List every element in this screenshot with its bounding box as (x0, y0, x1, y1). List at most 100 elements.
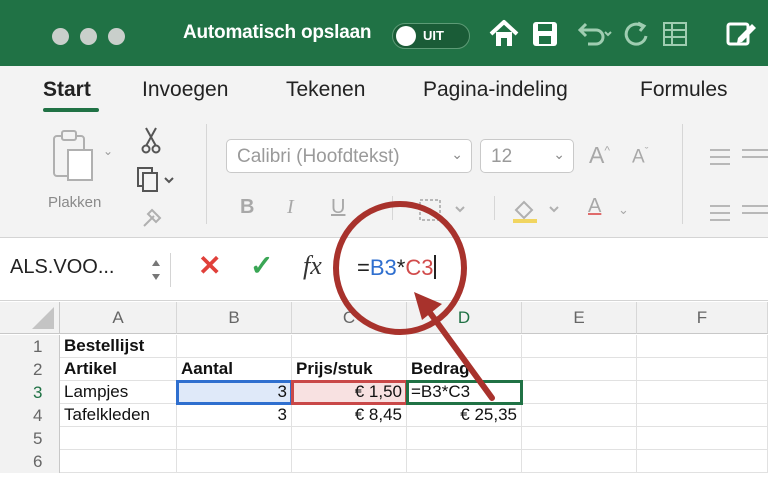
reference-range-c3 (291, 380, 408, 405)
row-header-5[interactable]: 5 (0, 427, 60, 450)
toggle-knob (396, 26, 416, 46)
ribbon-separator (206, 124, 207, 224)
cell-b6[interactable] (177, 450, 292, 473)
cell-b4[interactable]: 3 (177, 404, 292, 427)
cell-f1[interactable] (637, 335, 768, 358)
formula-input[interactable]: =B3*C3 (357, 255, 437, 281)
cell-a1[interactable]: Bestellijst (60, 335, 177, 358)
row-header-6[interactable]: 6 (0, 450, 60, 473)
cell-b1[interactable] (177, 335, 292, 358)
cell-e6[interactable] (522, 450, 637, 473)
chevron-down-icon: ⌄ (451, 146, 463, 162)
cut-icon[interactable] (140, 126, 162, 154)
italic-button[interactable]: I (287, 196, 294, 219)
cell-d5[interactable] (407, 427, 522, 450)
tab-formules[interactable]: Formules (640, 78, 728, 102)
ribbon-separator (494, 196, 495, 220)
autosave-toggle[interactable]: UIT (392, 23, 470, 49)
formula-ref-b3: B3 (369, 255, 397, 280)
column-header-d[interactable]: D (407, 302, 522, 334)
paste-icon[interactable] (50, 128, 100, 186)
select-all-corner[interactable] (0, 302, 60, 334)
row-header-1[interactable]: 1 (0, 335, 60, 358)
formula-bar-separator (170, 253, 171, 287)
cell-c6[interactable] (292, 450, 407, 473)
row-header-2[interactable]: 2 (0, 358, 60, 381)
close-window-button[interactable] (52, 28, 69, 45)
cell-d6[interactable] (407, 450, 522, 473)
cell-e1[interactable] (522, 335, 637, 358)
cell-e4[interactable] (522, 404, 637, 427)
tab-pagina-indeling[interactable]: Pagina-indeling (423, 78, 568, 102)
cell-a2[interactable]: Artikel (60, 358, 177, 381)
underline-button[interactable]: U (331, 196, 345, 219)
cell-d1[interactable] (407, 335, 522, 358)
column-header-b[interactable]: B (177, 302, 292, 334)
title-bar: Automatisch opslaan UIT (0, 0, 768, 66)
maximize-window-button[interactable] (108, 28, 125, 45)
undo-icon[interactable] (574, 18, 614, 50)
cell-c4[interactable]: € 8,45 (292, 404, 407, 427)
copy-icon[interactable] (136, 166, 176, 194)
column-header-f[interactable]: F (637, 302, 768, 334)
tab-start[interactable]: Start (43, 78, 91, 102)
format-painter-icon[interactable] (140, 204, 166, 230)
cell-f3[interactable] (637, 381, 768, 404)
shrink-font-button[interactable]: Aˇ (632, 146, 648, 168)
redo-icon[interactable] (622, 18, 652, 50)
formula-equals: = (357, 255, 370, 280)
active-cell-d3 (406, 380, 523, 405)
cell-a5[interactable] (60, 427, 177, 450)
grow-font-button[interactable]: A^ (589, 142, 610, 169)
edit-icon[interactable] (724, 18, 764, 50)
bold-button[interactable]: B (240, 196, 254, 219)
cell-a6[interactable] (60, 450, 177, 473)
name-box[interactable]: ALS.VOO... (10, 256, 114, 279)
cell-f4[interactable] (637, 404, 768, 427)
cell-c5[interactable] (292, 427, 407, 450)
formula-bar: ALS.VOO... ✕ ✓ fx =B3*C3 (0, 239, 768, 301)
cell-e3[interactable] (522, 381, 637, 404)
autosave-label: Automatisch opslaan (183, 22, 372, 43)
align-top-icon[interactable] (708, 146, 768, 168)
cell-c2[interactable]: Prijs/stuk (292, 358, 407, 381)
borders-icon[interactable] (418, 198, 472, 222)
shrink-font-label: A (632, 146, 645, 168)
cell-c1[interactable] (292, 335, 407, 358)
cell-e2[interactable] (522, 358, 637, 381)
cell-e5[interactable] (522, 427, 637, 450)
tab-invoegen[interactable]: Invoegen (142, 78, 228, 102)
cell-b2[interactable]: Aantal (177, 358, 292, 381)
paste-dropdown-icon[interactable]: ⌄ (103, 144, 113, 158)
column-header-c[interactable]: C (292, 302, 407, 334)
font-name-combo[interactable]: Calibri (Hoofdtekst) ⌄ (226, 139, 472, 173)
minimize-window-button[interactable] (80, 28, 97, 45)
grow-font-label: A (589, 142, 605, 168)
paste-label[interactable]: Plakken (48, 194, 101, 211)
cell-f6[interactable] (637, 450, 768, 473)
align-left-icon[interactable] (708, 202, 768, 224)
font-color-dropdown-icon[interactable]: ⌄ (618, 202, 629, 218)
home-icon[interactable] (487, 18, 521, 50)
column-header-e[interactable]: E (522, 302, 637, 334)
cell-f2[interactable] (637, 358, 768, 381)
cancel-icon[interactable]: ✕ (198, 249, 221, 282)
font-color-button[interactable]: A (588, 195, 601, 218)
fill-color-icon[interactable] (510, 196, 570, 224)
insert-function-button[interactable]: fx (303, 251, 322, 281)
font-size-combo[interactable]: 12 ⌄ (480, 139, 574, 173)
enter-check-icon[interactable]: ✓ (250, 249, 273, 282)
save-icon[interactable] (530, 18, 560, 50)
cell-d2[interactable]: Bedrag (407, 358, 522, 381)
row-header-4[interactable]: 4 (0, 404, 60, 427)
cell-f5[interactable] (637, 427, 768, 450)
cell-d4[interactable]: € 25,35 (407, 404, 522, 427)
name-box-stepper-icon[interactable] (150, 255, 162, 285)
tab-tekenen[interactable]: Tekenen (286, 78, 365, 102)
spreadsheet-icon[interactable] (660, 18, 690, 50)
cell-a3[interactable]: Lampjes (60, 381, 177, 404)
column-header-a[interactable]: A (60, 302, 177, 334)
row-header-3[interactable]: 3 (0, 381, 60, 404)
cell-a4[interactable]: Tafelkleden (60, 404, 177, 427)
cell-b5[interactable] (177, 427, 292, 450)
